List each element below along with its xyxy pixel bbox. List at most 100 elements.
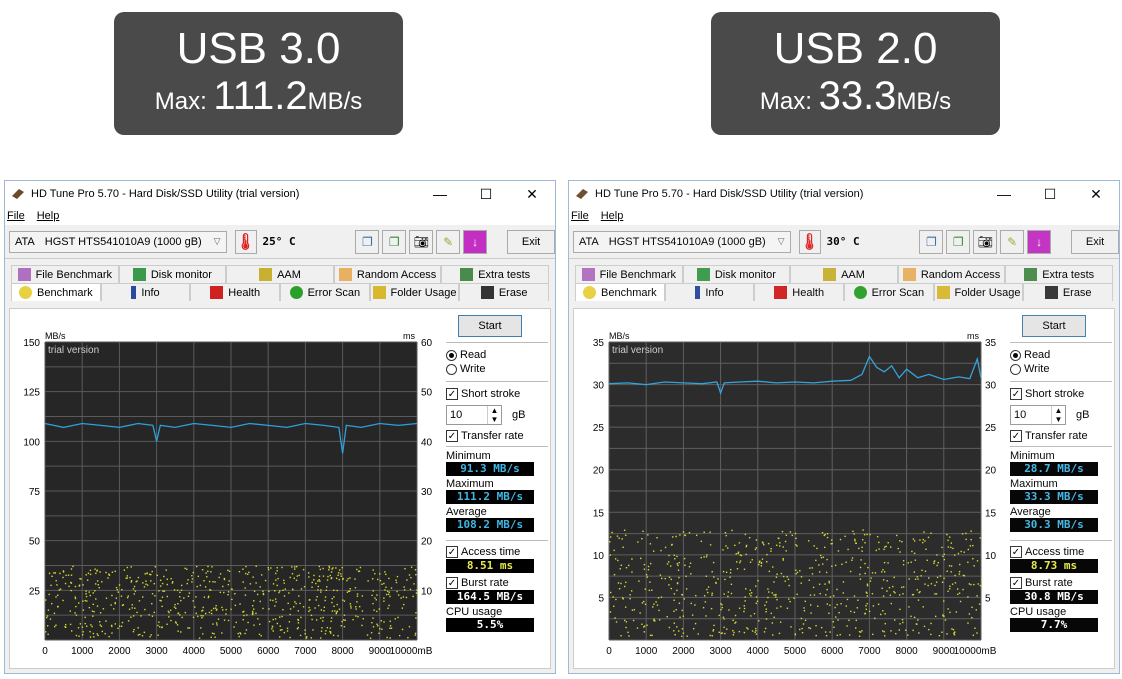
tab-random-access[interactable]: Random Access <box>897 265 1006 283</box>
close-button[interactable]: ✕ <box>1073 186 1119 203</box>
access-time-checkbox[interactable]: ✓ Access time <box>446 545 548 559</box>
copy-info-button[interactable]: ❐ <box>919 229 944 254</box>
transfer-rate-checkbox[interactable]: ✓ Transfer rate <box>1010 429 1112 443</box>
copy-info-button[interactable]: ❐ <box>355 229 380 254</box>
benchmark-panel: 150 60 125 50 100 40 75 30 50 20 25 10 0 1000 2000 3000… <box>9 308 551 669</box>
read-radio[interactable]: Read <box>446 348 548 362</box>
tab-file-benchmark[interactable]: File Benchmark <box>575 265 683 283</box>
maximize-button[interactable]: ☐ <box>1027 186 1073 203</box>
tab-erase[interactable]: Erase <box>459 283 550 301</box>
access-time-point <box>162 590 164 592</box>
menu-help[interactable]: Help <box>37 210 60 222</box>
tab-disk-monitor[interactable]: Disk monitor <box>682 265 791 283</box>
tab-extra-tests[interactable]: Extra tests <box>1005 265 1113 283</box>
short-stroke-input[interactable]: 10 ▲ ▼ <box>446 405 502 425</box>
burst-rate-checkbox[interactable]: ✓ Burst rate <box>446 576 548 590</box>
access-time-point <box>51 575 53 578</box>
access-time-checkbox[interactable]: ✓ Access time <box>1010 545 1112 559</box>
access-time-point <box>935 581 938 583</box>
tab-random-access[interactable]: Random Access <box>333 265 442 283</box>
access-time-point <box>134 607 136 609</box>
tab-erase[interactable]: Erase <box>1023 283 1114 301</box>
minimize-button[interactable]: — <box>981 186 1027 202</box>
short-stroke-checkbox[interactable]: ✓ Short stroke <box>1010 387 1112 401</box>
access-time-point <box>864 572 866 575</box>
access-time-point <box>319 568 322 571</box>
maximize-button[interactable]: ☐ <box>463 186 509 203</box>
access-time-point <box>372 617 374 619</box>
read-radio[interactable]: Read <box>1010 348 1112 362</box>
drive-select[interactable]: ATA HGST HTS541010A9 (1000 gB) ▽ <box>9 230 227 253</box>
access-time-point <box>403 603 405 606</box>
tab-error-scan[interactable]: Error Scan <box>844 283 934 301</box>
access-time-point <box>917 619 919 621</box>
access-time-point <box>318 578 320 581</box>
exit-button[interactable]: Exit <box>1071 229 1119 254</box>
drive-name: HGST HTS541010A9 (1000 gB) <box>44 235 202 248</box>
tab-error-scan[interactable]: Error Scan <box>280 283 370 301</box>
access-time-point <box>296 628 299 630</box>
screenshot-button[interactable]: 📷︎ <box>973 229 998 254</box>
tab-folder-usage[interactable]: Folder Usage <box>369 283 460 301</box>
x-tick-label: 10000mB <box>390 646 433 657</box>
access-time-point <box>895 632 897 635</box>
tab-benchmark[interactable]: Benchmark <box>11 283 101 301</box>
access-time-point <box>137 576 140 579</box>
screenshot-button[interactable]: 📷︎ <box>409 229 434 254</box>
access-time-point <box>311 581 313 584</box>
access-time-point <box>681 635 683 638</box>
access-time-point <box>705 556 708 558</box>
spinner-arrows-icon[interactable]: ▲ ▼ <box>487 406 501 424</box>
access-time-point <box>215 609 218 611</box>
access-time-point <box>794 634 797 636</box>
access-time-point <box>765 618 768 620</box>
access-time-point <box>785 534 788 537</box>
stroke-value: 10 <box>450 409 463 421</box>
tab-aam[interactable]: AAM <box>226 265 334 283</box>
tab-folder-usage[interactable]: Folder Usage <box>933 283 1024 301</box>
options-button[interactable]: ✎ <box>436 229 461 254</box>
access-time-point <box>260 574 263 576</box>
tab-info[interactable]: Info <box>100 283 191 301</box>
start-button[interactable]: Start <box>458 315 522 337</box>
copy-all-button[interactable]: ❐ <box>946 229 971 254</box>
drive-select[interactable]: ATA HGST HTS541010A9 (1000 gB) ▽ <box>573 230 791 253</box>
copy-all-button[interactable]: ❐ <box>382 229 407 254</box>
tab-aam[interactable]: AAM <box>790 265 898 283</box>
transfer-rate-checkbox[interactable]: ✓ Transfer rate <box>446 429 548 443</box>
burst-rate-label: Burst rate <box>461 577 509 589</box>
tab-disk-monitor[interactable]: Disk monitor <box>118 265 227 283</box>
close-button[interactable]: ✕ <box>509 186 555 203</box>
menu-help[interactable]: Help <box>601 210 624 222</box>
write-label: Write <box>460 363 486 375</box>
start-button[interactable]: Start <box>1022 315 1086 337</box>
tab-file-benchmark[interactable]: File Benchmark <box>11 265 119 283</box>
tab-health[interactable]: Health <box>754 283 845 301</box>
exit-button[interactable]: Exit <box>507 229 555 254</box>
save-button[interactable]: ↓ <box>1027 229 1052 254</box>
write-radio[interactable]: Write <box>446 362 548 376</box>
save-button[interactable]: ↓ <box>463 229 488 254</box>
access-time-point <box>86 600 88 602</box>
access-time-point <box>344 619 347 622</box>
access-time-point <box>773 594 775 596</box>
write-radio[interactable]: Write <box>1010 362 1112 376</box>
options-button[interactable]: ✎ <box>1000 229 1025 254</box>
access-time-point <box>174 603 176 606</box>
short-stroke-input[interactable]: 10 ▲ ▼ <box>1010 405 1066 425</box>
spinner-arrows-icon[interactable]: ▲ ▼ <box>1051 406 1065 424</box>
tab-extra-tests[interactable]: Extra tests <box>441 265 549 283</box>
tab-benchmark[interactable]: Benchmark <box>575 283 665 301</box>
access-time-point <box>371 578 374 580</box>
burst-rate-checkbox[interactable]: ✓ Burst rate <box>1010 576 1112 590</box>
access-time-point <box>894 592 896 594</box>
tab-health[interactable]: Health <box>190 283 281 301</box>
access-time-point <box>315 619 318 621</box>
short-stroke-checkbox[interactable]: ✓ Short stroke <box>446 387 548 401</box>
access-time-point <box>824 546 826 549</box>
access-time-point <box>967 622 969 624</box>
minimize-button[interactable]: — <box>417 186 463 202</box>
menu-file[interactable]: File <box>7 210 25 222</box>
menu-file[interactable]: File <box>571 210 589 222</box>
tab-info[interactable]: Info <box>664 283 755 301</box>
